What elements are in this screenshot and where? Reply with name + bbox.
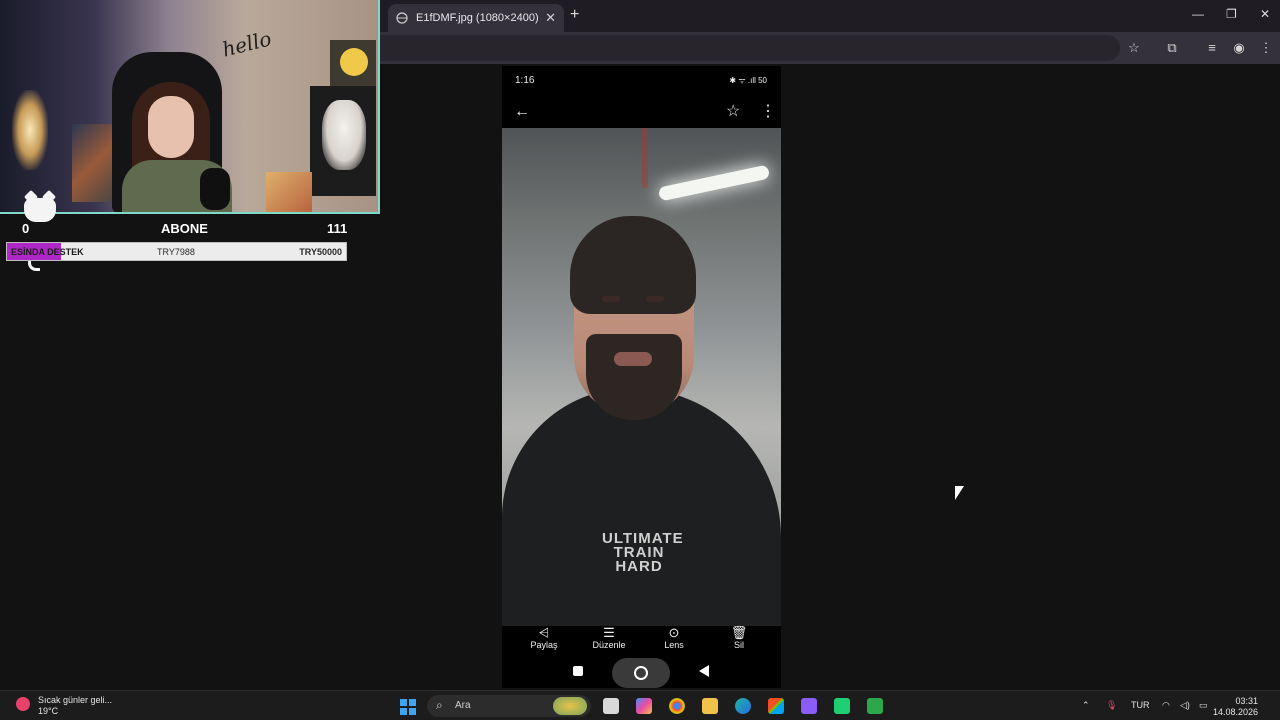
- goal-target: TRY50000: [299, 247, 342, 257]
- browser-toolbar: ☆ ⧉ ≡ ◉ ⋮: [380, 32, 1280, 64]
- gallery-bottom-actions: ⩤ Paylaş ☰ Düzenle ⊙ Lens 🗑 Sil: [502, 626, 781, 652]
- minimize-button[interactable]: —: [1192, 7, 1204, 21]
- android-nav-bar: [502, 656, 781, 688]
- thermometer-icon: [16, 697, 30, 711]
- man-hair: [570, 216, 696, 314]
- man-mouth: [614, 352, 652, 366]
- extensions-icon[interactable]: ⧉: [1164, 40, 1180, 56]
- kick-app-icon[interactable]: [834, 698, 850, 714]
- bookmark-star-icon[interactable]: ☆: [1126, 40, 1142, 56]
- left-eye: [602, 296, 620, 302]
- share-button[interactable]: ⩤ Paylaş: [519, 625, 569, 651]
- cat-figure: [322, 100, 366, 170]
- browser-tabstrip: E1fDMF.jpg (1080×2400) ✕ + — ❐ ✕: [380, 0, 1280, 32]
- weather-temp: 19°C: [38, 706, 59, 716]
- tab-close-icon[interactable]: ✕: [545, 10, 556, 26]
- donation-goal-bar: ESİNDA DESTEK TRY7988 TRY50000: [6, 242, 347, 261]
- taskbar-search[interactable]: ⌕ Ara: [427, 695, 591, 717]
- search-placeholder: Ara: [455, 700, 471, 711]
- media-control-icon[interactable]: ≡: [1204, 40, 1220, 56]
- man-shirt: [502, 388, 781, 626]
- globe-icon: [396, 12, 408, 24]
- small-painting: [266, 172, 312, 212]
- selfie-photo: ULTIMATE TRAIN HARD: [502, 128, 781, 626]
- camera-app-icon[interactable]: [801, 698, 817, 714]
- goal-right-count: 111: [327, 221, 348, 236]
- edit-icon: ☰: [603, 625, 615, 640]
- goal-label: ESİNDA DESTEK: [11, 247, 84, 257]
- browser-tab[interactable]: E1fDMF.jpg (1080×2400) ✕: [388, 4, 564, 32]
- recents-icon[interactable]: [573, 666, 583, 676]
- wifi-icon[interactable]: ◠: [1162, 700, 1170, 711]
- ceiling-light: [657, 164, 771, 202]
- taskbar-clock[interactable]: 03:31 14.08.2026: [1213, 696, 1258, 718]
- gallery-app-bar: ← ☆ ⋮: [502, 100, 781, 126]
- lens-button[interactable]: ⊙ Lens: [649, 625, 699, 651]
- restore-button[interactable]: ❐: [1226, 7, 1237, 21]
- battery-icon[interactable]: ▭: [1199, 700, 1208, 711]
- favorite-star-icon[interactable]: ☆: [726, 104, 740, 120]
- microphone: [200, 168, 230, 210]
- profile-icon[interactable]: ◉: [1231, 40, 1247, 56]
- goal-left-count: 0: [22, 221, 30, 236]
- language-indicator[interactable]: TUR: [1131, 700, 1150, 710]
- search-icon: ⌕: [436, 698, 443, 712]
- close-window-button[interactable]: ✕: [1260, 7, 1270, 21]
- phone-status-bar: 1:16 ✱ ᯤ .ıll 50: [502, 66, 781, 94]
- more-options-icon[interactable]: ⋮: [760, 104, 776, 120]
- tab-title: E1fDMF.jpg (1080×2400): [416, 12, 539, 24]
- windows-start-icon[interactable]: [400, 699, 416, 715]
- address-bar[interactable]: [380, 35, 1120, 61]
- microsoft-store-icon[interactable]: [768, 698, 784, 714]
- copilot-icon[interactable]: [636, 698, 652, 714]
- new-tab-button[interactable]: +: [570, 6, 579, 24]
- weather-title: Sıcak günler geli...: [38, 695, 113, 705]
- delete-button[interactable]: 🗑 Sil: [714, 625, 764, 651]
- lens-icon: ⊙: [668, 625, 680, 640]
- lamp-glow: [12, 90, 48, 170]
- clock-date: 14.08.2026: [1212, 707, 1258, 717]
- share-label: Paylaş: [530, 640, 558, 650]
- tray-chevron-icon[interactable]: ⌃: [1082, 700, 1090, 711]
- browser-menu-icon[interactable]: ⋮: [1258, 40, 1274, 56]
- back-arrow-icon[interactable]: ←: [514, 104, 530, 120]
- phone-time: 1:16: [515, 75, 535, 86]
- chrome-icon[interactable]: [669, 698, 685, 714]
- search-highlight-art: [553, 697, 587, 715]
- cat-logo-icon: [24, 198, 56, 222]
- goal-tail-decoration: [28, 261, 40, 271]
- delete-label: Sil: [733, 640, 744, 650]
- ceiling-pipe: [642, 128, 648, 188]
- edit-button[interactable]: ☰ Düzenle: [584, 625, 634, 651]
- shirt-print-text: ULTIMATE TRAIN HARD: [602, 530, 684, 575]
- streamer-face: [148, 96, 194, 158]
- file-explorer-icon[interactable]: [702, 698, 718, 714]
- webcam-feed: hello: [0, 0, 380, 214]
- back-triangle-icon[interactable]: [699, 665, 709, 677]
- phone-status-icons: ✱ ᯤ .ıll 50: [729, 76, 767, 85]
- goal-current: TRY7988: [157, 247, 195, 257]
- microphone-icon[interactable]: 🎙: [1106, 700, 1117, 711]
- mouse-cursor-icon: [955, 486, 964, 500]
- volume-icon[interactable]: ◁): [1180, 700, 1190, 711]
- phone-screenshot: 1:16 ✱ ᯤ .ıll 50 ← ☆ ⋮ ULTIMATE TRAIN HA…: [502, 66, 781, 688]
- task-view-icon[interactable]: [603, 698, 619, 714]
- lens-label: Lens: [664, 640, 684, 650]
- goal-title: ABONE: [161, 221, 208, 236]
- duck-figure: [340, 48, 368, 76]
- right-eye: [646, 296, 664, 302]
- windows-taskbar: Sıcak günler geli... 19°C ⌕ Ara ⌃ 🎙 TUR …: [0, 690, 1280, 720]
- clock-time: 03:31: [1235, 696, 1258, 706]
- edit-label: Düzenle: [592, 640, 626, 650]
- trash-icon: 🗑: [730, 625, 748, 640]
- edge-icon[interactable]: [735, 698, 751, 714]
- home-icon[interactable]: [612, 658, 670, 688]
- man-beard: [586, 334, 682, 420]
- share-icon: ⩤: [538, 625, 550, 640]
- xbox-icon[interactable]: [867, 698, 883, 714]
